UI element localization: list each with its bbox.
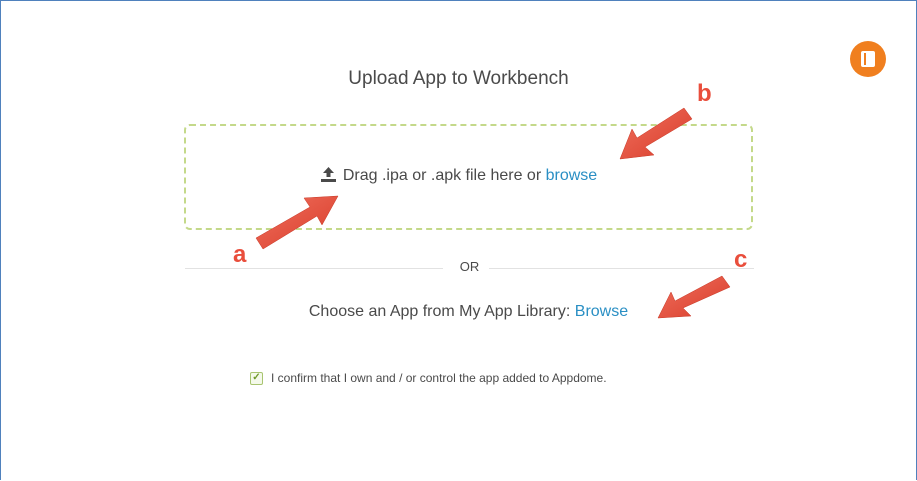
arrow-a [255,107,731,319]
annotation-label-c: c [734,246,748,273]
annotation-label-a: a [233,241,247,268]
annotation-label-b: b [697,80,712,107]
